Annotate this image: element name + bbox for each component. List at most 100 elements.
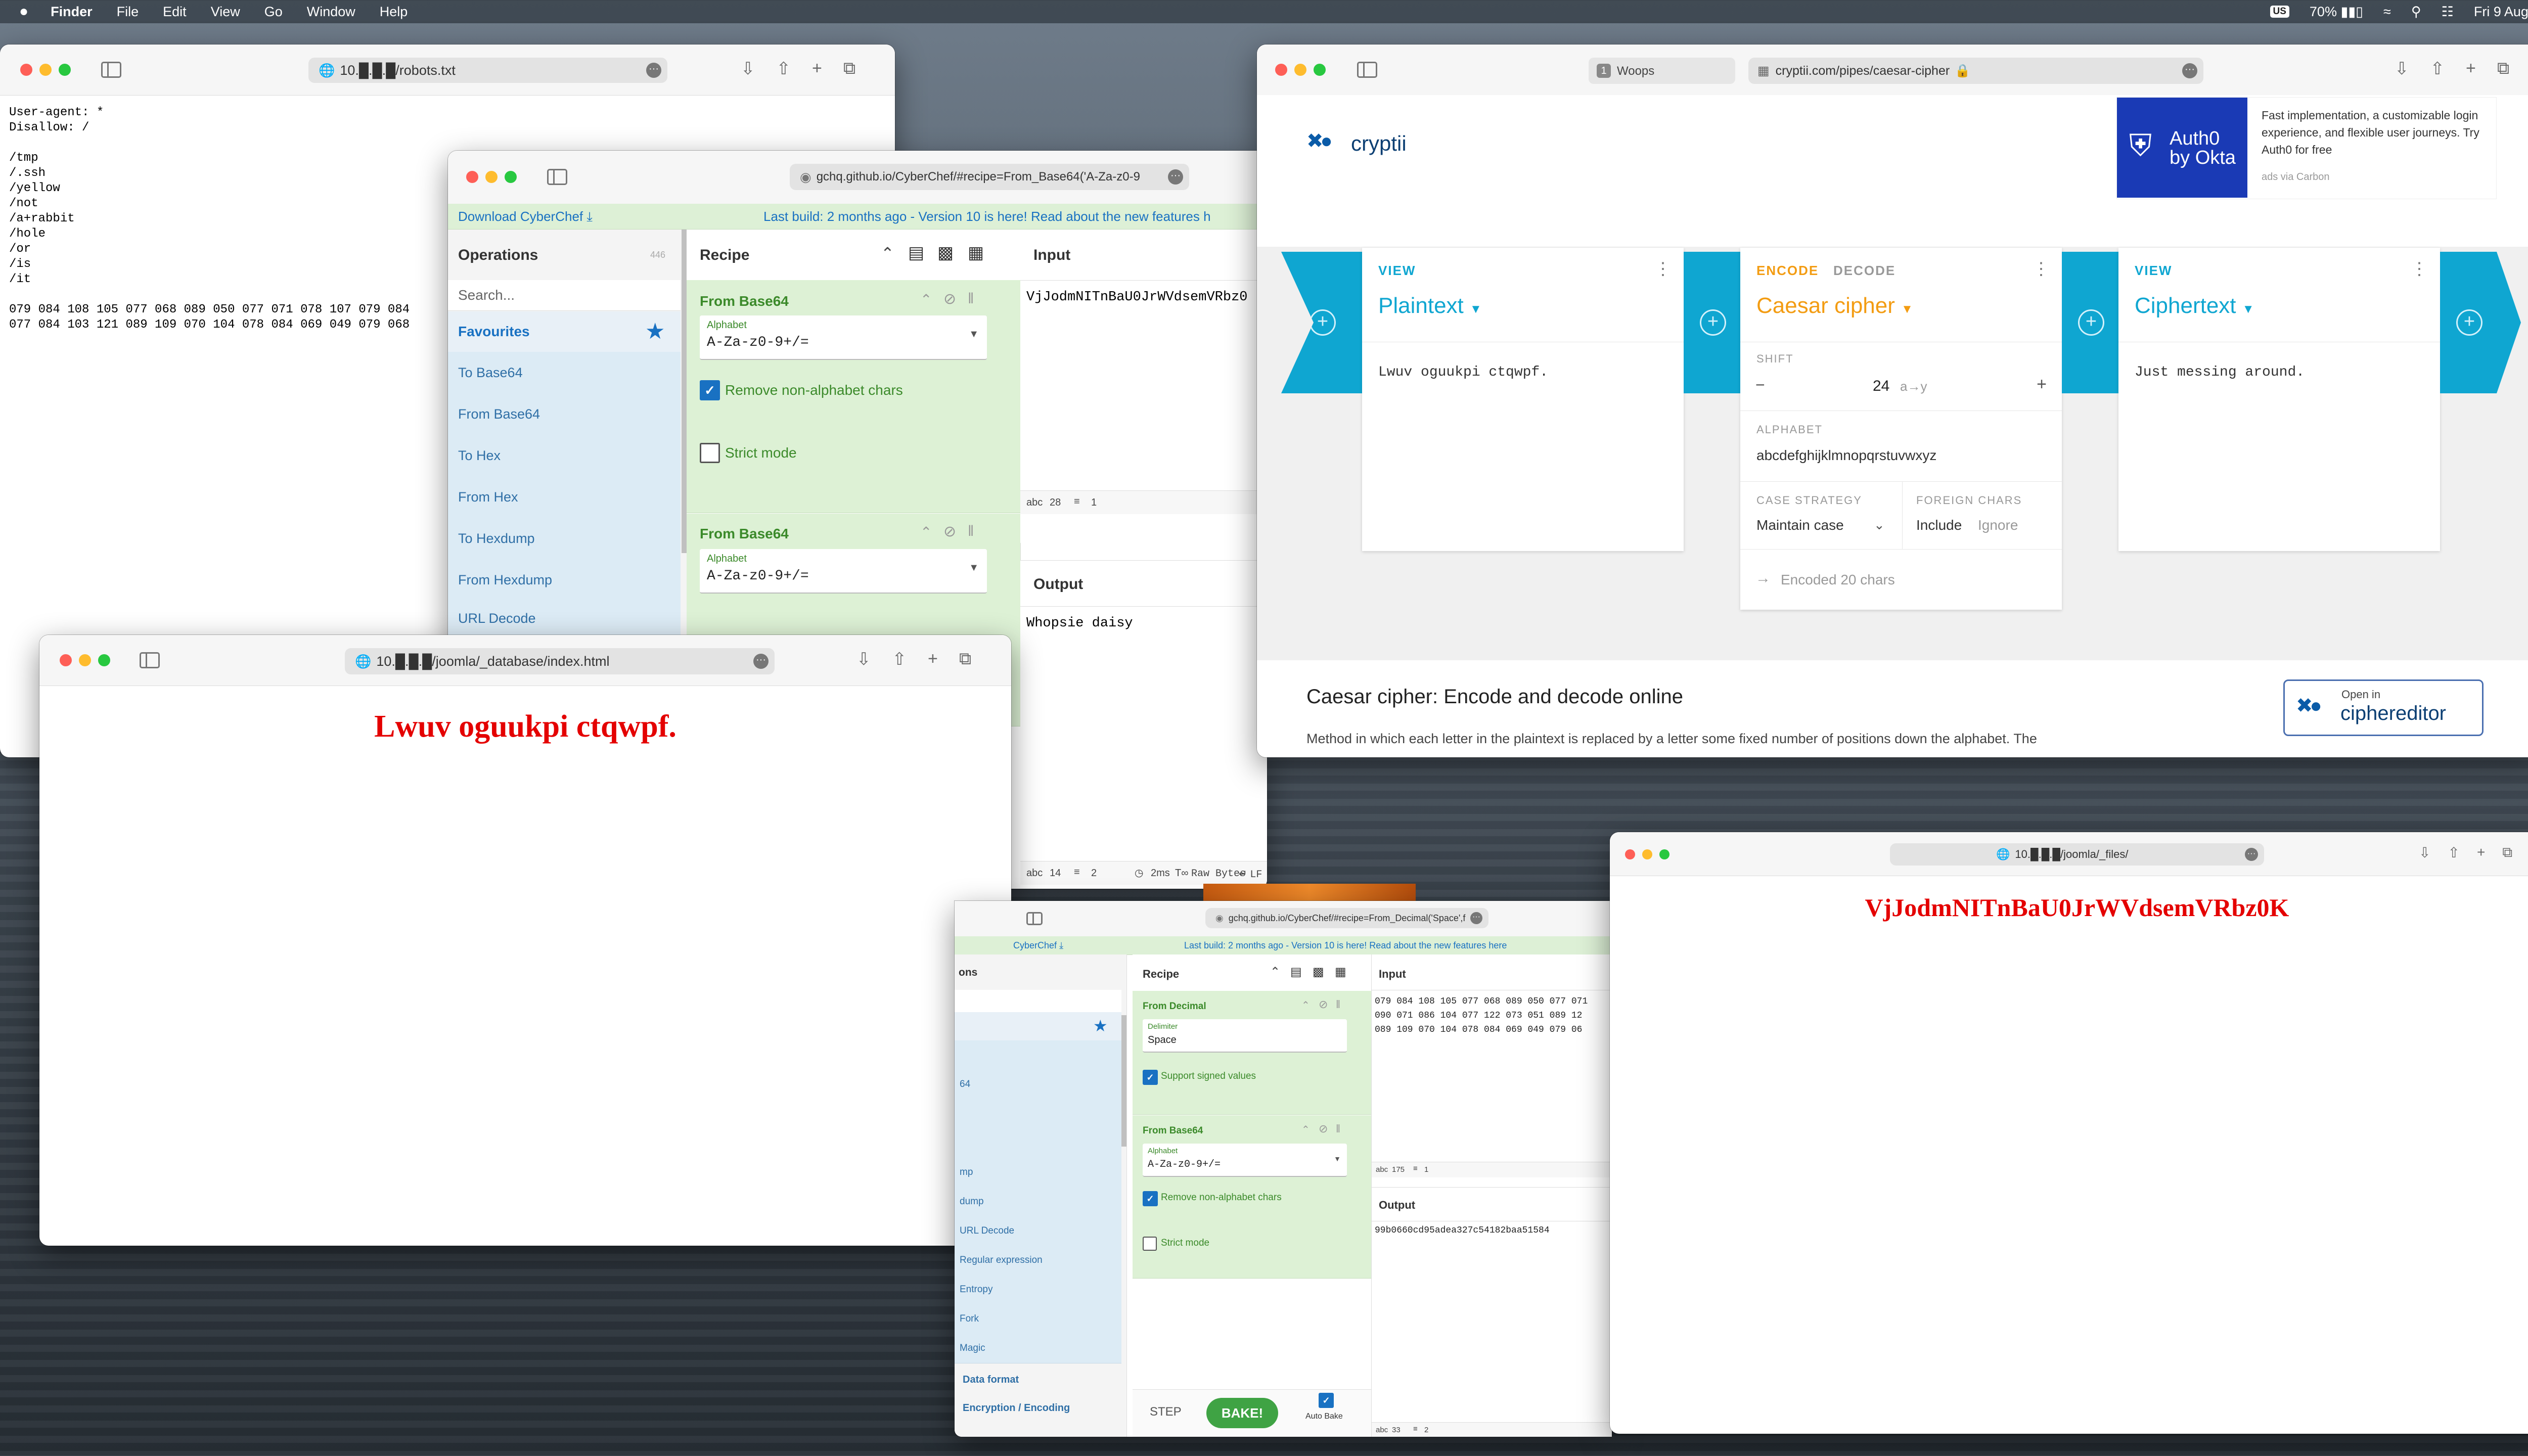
output-textarea[interactable]: Whopsie daisy — [1020, 606, 1267, 861]
sidebar-icon[interactable] — [101, 62, 121, 78]
category-data-format[interactable]: Data format — [963, 1374, 1019, 1386]
chevron-up-icon[interactable]: ⌃ — [1301, 1123, 1310, 1136]
sidebar-icon[interactable] — [140, 652, 160, 668]
sidebar-icon[interactable] — [1026, 912, 1043, 925]
disable-icon[interactable]: ⊘ — [1319, 998, 1328, 1011]
address-bar[interactable]: 🌐 10.█.█.█/joomla/_database/index.html ··· — [345, 648, 775, 674]
decode-tab[interactable]: DECODE — [1833, 263, 1895, 279]
pipe-end-arrow[interactable]: + — [2440, 252, 2521, 393]
new-tab-icon[interactable]: + — [928, 649, 938, 669]
keyboard-layout[interactable]: US — [2270, 6, 2289, 18]
add-encoder-icon[interactable]: + — [1700, 309, 1726, 336]
collapse-all-icon[interactable]: ⌃ — [1270, 965, 1280, 979]
address-bar[interactable]: ◉ gchq.github.io/CyberChef/#recipe=From_B… — [790, 164, 1189, 190]
strict-mode-checkbox[interactable] — [700, 443, 720, 463]
auto-bake-checkbox[interactable]: ✓ — [1319, 1393, 1334, 1408]
menu-help[interactable]: Help — [380, 4, 408, 20]
op-item[interactable]: Fork — [955, 1304, 1121, 1334]
disable-icon[interactable]: ⊘ — [943, 523, 956, 540]
save-recipe-icon[interactable]: ▤ — [908, 243, 924, 263]
ciphertext-textarea[interactable]: Just messing around. — [2118, 342, 2440, 552]
wifi-icon[interactable]: ≈ — [2383, 4, 2391, 20]
new-tab-icon[interactable]: + — [812, 59, 822, 79]
alphabet-select[interactable]: Alphabet A-Za-z0-9+/= ▼ — [700, 549, 987, 594]
more-icon[interactable]: ··· — [1470, 912, 1482, 924]
more-vert-icon[interactable]: ⋮ — [2033, 259, 2050, 279]
op-item[interactable]: From Base64 — [448, 393, 681, 435]
address-bar[interactable]: 🌐 10.█.█.█/joomla/_files/ ··· — [1890, 843, 2264, 866]
pause-icon[interactable]: ‖ — [968, 523, 974, 540]
pipe-start-arrow[interactable]: + — [1281, 252, 1362, 393]
plaintext-title[interactable]: Plaintext ▼ — [1378, 293, 1482, 318]
pipe-arrow-1[interactable]: + — [1684, 252, 1740, 393]
download-cyberchef-link[interactable]: CyberChef ⤓ — [1013, 940, 1063, 951]
more-vert-icon[interactable]: ⋮ — [1654, 259, 1672, 279]
input-textarea[interactable]: 079 084 108 105 077 068 089 050 077 071 … — [1372, 990, 1612, 1162]
plaintext-textarea[interactable]: Lwuv oguukpi ctqwpf. — [1362, 342, 1684, 552]
foreign-ignore-option[interactable]: Ignore — [1978, 517, 2018, 533]
battery-status[interactable]: 70% ▮▮▯ — [2310, 4, 2363, 20]
op-item[interactable]: To Base64 — [448, 352, 681, 394]
search-icon[interactable]: ⚲ — [2411, 4, 2421, 20]
alphabet-field[interactable]: ALPHABET abcdefghijklmnopqrstuvwxyz — [1740, 411, 2062, 482]
disable-icon[interactable]: ⊘ — [943, 290, 956, 308]
op-item[interactable] — [955, 1099, 1121, 1129]
ciphertext-title[interactable]: Ciphertext ▼ — [2135, 293, 2254, 318]
minimize-button[interactable] — [485, 171, 498, 183]
share-icon[interactable]: ⇧ — [2448, 844, 2459, 861]
address-bar[interactable]: ◉ gchq.github.io/CyberChef/#recipe=From_D… — [1205, 908, 1488, 928]
chevron-up-icon[interactable]: ⌃ — [1301, 999, 1310, 1012]
more-vert-icon[interactable]: ⋮ — [2411, 259, 2428, 279]
zoom-button[interactable] — [59, 64, 71, 76]
download-cyberchef-link[interactable]: Download CyberChef ⤓ — [458, 209, 593, 225]
close-button[interactable] — [20, 64, 32, 76]
op-item[interactable]: dump — [955, 1187, 1121, 1217]
tabs-icon[interactable]: ⧉ — [843, 59, 855, 79]
pause-icon[interactable]: ‖ — [1336, 998, 1340, 1011]
raw-bytes-toggle[interactable]: T∞ Raw Bytes — [1175, 868, 1246, 880]
delimiter-select[interactable]: Delimiter Space — [1143, 1019, 1347, 1053]
step-button[interactable]: STEP — [1150, 1405, 1182, 1419]
chevron-up-icon[interactable]: ⌃ — [920, 291, 932, 308]
op-item[interactable]: Magic — [955, 1334, 1121, 1363]
menu-window[interactable]: Window — [307, 4, 355, 20]
download-icon[interactable]: ⇩ — [741, 59, 755, 79]
zoom-button[interactable] — [1314, 64, 1326, 76]
alphabet-select[interactable]: Alphabet A-Za-z0-9+/= ▼ — [1143, 1144, 1347, 1177]
last-build-notice[interactable]: Last build: 2 months ago - Version 10 is… — [763, 209, 1211, 224]
tabs-icon[interactable]: ⧉ — [959, 649, 971, 669]
close-button[interactable] — [466, 171, 478, 183]
control-center-icon[interactable]: ☷ — [2442, 4, 2454, 20]
menu-go[interactable]: Go — [264, 4, 283, 20]
pipe-arrow-2[interactable]: + — [2062, 252, 2118, 393]
encode-tab[interactable]: ENCODE — [1756, 263, 1819, 279]
recipe-op-from-decimal[interactable]: From Decimal ⌃ ⊘ ‖ Delimiter Space ✓ Sup… — [1133, 991, 1371, 1115]
open-in-ciphereditor-button[interactable]: ✖● Open in ciphereditor — [2283, 679, 2484, 736]
minimize-button[interactable] — [39, 64, 52, 76]
minimize-button[interactable] — [1294, 64, 1306, 76]
save-recipe-icon[interactable]: ▤ — [1290, 965, 1302, 979]
remove-non-alphabet-checkbox[interactable]: ✓ — [1143, 1191, 1158, 1206]
more-icon[interactable]: ··· — [2245, 848, 2258, 861]
add-encoder-icon[interactable]: + — [1310, 309, 1336, 336]
tabs-icon[interactable]: ⧉ — [2502, 844, 2512, 861]
operations-search-input[interactable]: Search... — [448, 280, 681, 311]
signed-values-checkbox[interactable]: ✓ — [1143, 1070, 1158, 1085]
collapse-all-icon[interactable]: ⌃ — [881, 244, 894, 263]
operations-scrollbar[interactable] — [682, 230, 687, 553]
alphabet-select[interactable]: Alphabet A-Za-z0-9+/= ▼ — [700, 315, 987, 360]
menu-edit[interactable]: Edit — [163, 4, 187, 20]
chevron-up-icon[interactable]: ⌃ — [920, 524, 932, 540]
tab-woops[interactable]: 1 Woops — [1589, 58, 1735, 84]
clear-recipe-icon[interactable]: ▦ — [968, 243, 984, 263]
share-icon[interactable]: ⇧ — [892, 649, 907, 669]
op-item[interactable]: mp — [955, 1158, 1121, 1188]
tabs-icon[interactable]: ⧉ — [2497, 59, 2509, 79]
foreign-include-option[interactable]: Include — [1916, 517, 1962, 533]
share-icon[interactable]: ⇧ — [2430, 59, 2445, 79]
load-recipe-icon[interactable]: ▩ — [937, 243, 954, 263]
sidebar-icon[interactable] — [547, 169, 567, 185]
share-icon[interactable]: ⇧ — [777, 59, 791, 79]
op-item[interactable]: Entropy — [955, 1275, 1121, 1305]
new-tab-icon[interactable]: + — [2466, 59, 2476, 79]
